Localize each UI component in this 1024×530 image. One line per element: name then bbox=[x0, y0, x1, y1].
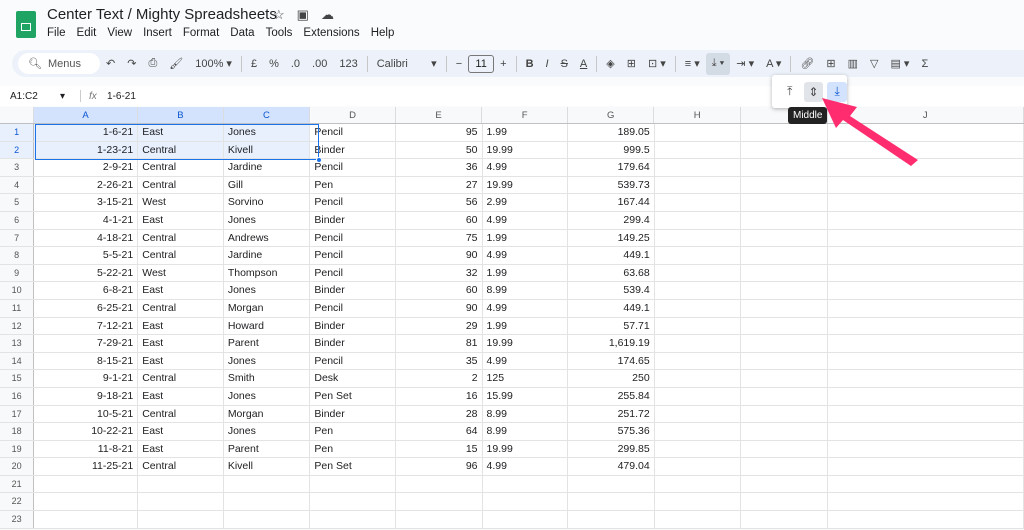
arrow-shape bbox=[822, 98, 918, 166]
annotation-arrow bbox=[822, 98, 918, 166]
